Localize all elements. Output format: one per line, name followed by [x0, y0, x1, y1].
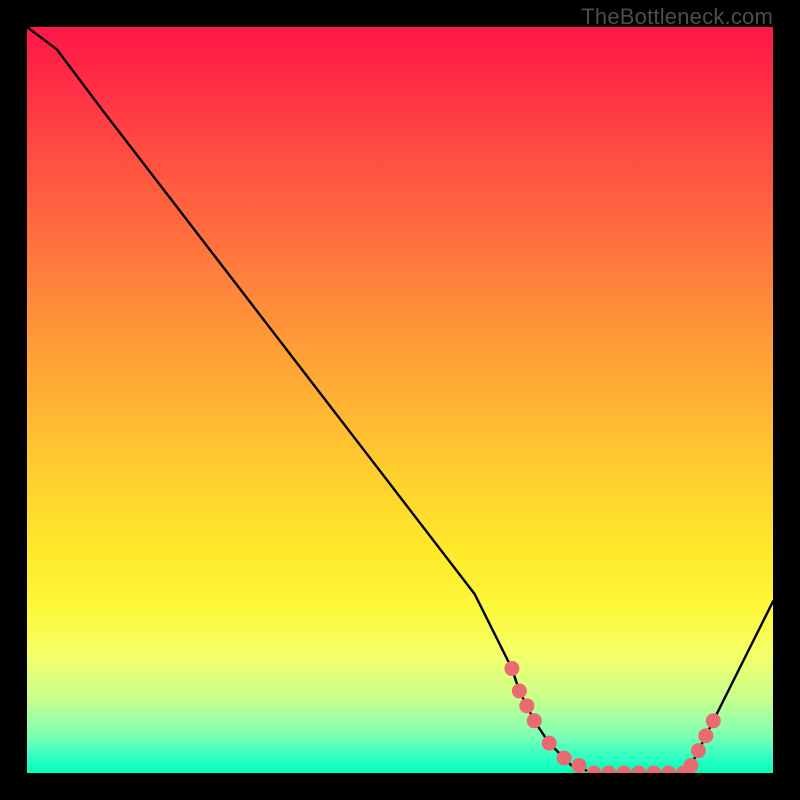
- marker-point: [527, 714, 541, 728]
- marker-point: [587, 766, 601, 773]
- marker-point: [617, 766, 631, 773]
- marker-point: [699, 729, 713, 743]
- chart-frame: TheBottleneck.com: [0, 0, 800, 800]
- marker-point: [505, 662, 519, 676]
- marker-point: [632, 766, 646, 773]
- marker-point: [572, 759, 586, 773]
- marker-point: [691, 744, 705, 758]
- watermark-text: TheBottleneck.com: [581, 4, 773, 30]
- bottleneck-curve: [27, 27, 773, 773]
- plot-area: [27, 27, 773, 773]
- highlighted-points: [505, 662, 720, 773]
- marker-point: [684, 759, 698, 773]
- marker-point: [520, 699, 534, 713]
- marker-point: [557, 751, 571, 765]
- marker-point: [706, 714, 720, 728]
- marker-point: [602, 766, 616, 773]
- marker-point: [512, 684, 526, 698]
- marker-point: [647, 766, 661, 773]
- marker-point: [542, 736, 556, 750]
- plot-svg: [27, 27, 773, 773]
- marker-point: [662, 766, 676, 773]
